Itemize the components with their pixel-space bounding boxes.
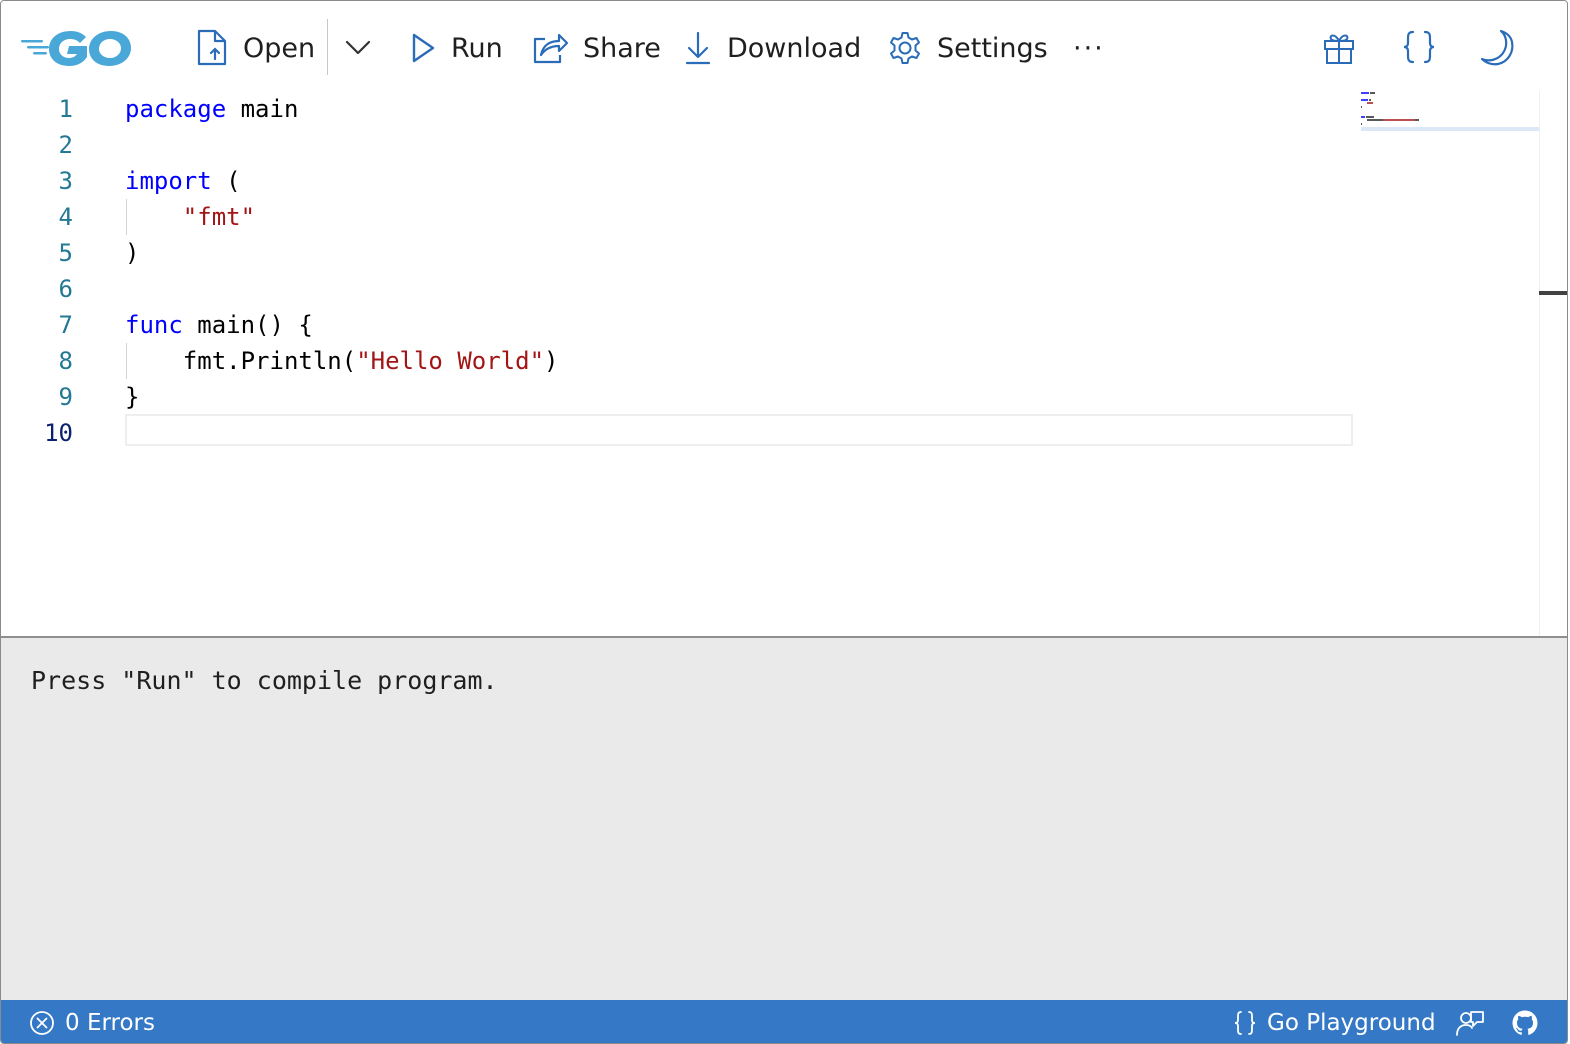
keyword-token: func: [125, 311, 183, 339]
code-text: ): [125, 235, 139, 271]
code-text: func main() {: [125, 307, 313, 343]
open-button[interactable]: Open: [195, 23, 315, 73]
line-number: 5: [58, 239, 73, 267]
code-token: ): [125, 239, 140, 267]
share-icon: [533, 33, 569, 64]
feedback-icon[interactable]: [1455, 1008, 1485, 1038]
minimap-viewport: [1361, 127, 1539, 131]
line-number: 9: [58, 383, 73, 411]
download-label: Download: [727, 32, 862, 64]
code-editor[interactable]: 1 package main 2 3 import (4 "fmt" 5) 6 7 func m…: [1, 91, 1539, 636]
code-line[interactable]: 10: [1, 415, 1353, 451]
run-label: Run: [451, 32, 503, 64]
status-bar: 0 Errors Go Playground: [1, 1000, 1567, 1043]
string-token: "Hello World": [356, 347, 545, 375]
share-label: Share: [583, 32, 661, 64]
open-dropdown-button[interactable]: [343, 23, 373, 73]
line-number: 1: [58, 95, 73, 123]
code-text: import (: [125, 163, 241, 199]
toolbar-divider: [327, 19, 328, 75]
gift-icon[interactable]: [1319, 27, 1359, 67]
download-button[interactable]: Download: [683, 23, 861, 73]
keyword-token: import: [125, 167, 212, 195]
code-line[interactable]: 1 package main: [1, 91, 1353, 127]
code-line[interactable]: 6: [1, 271, 1353, 307]
line-number: 3: [58, 167, 73, 195]
code-token: main() {: [182, 311, 313, 339]
output-message: Press "Run" to compile program.: [31, 666, 498, 695]
brand-label: Go Playground: [1267, 1010, 1436, 1036]
code-line[interactable]: 8 fmt.Println("Hello World"): [1, 343, 1353, 379]
moon-icon[interactable]: [1477, 27, 1517, 67]
download-icon: [685, 31, 711, 65]
code-line[interactable]: 2: [1, 127, 1353, 163]
scrollbar-cursor-marker: [1539, 291, 1567, 295]
line-number: 8: [58, 347, 73, 375]
editor-scrollbar[interactable]: [1539, 91, 1567, 636]
errors-label: 0 Errors: [65, 1010, 155, 1036]
line-number: 7: [58, 311, 73, 339]
line-number: 2: [58, 131, 73, 159]
code-line[interactable]: 5): [1, 235, 1353, 271]
settings-button[interactable]: Settings: [887, 23, 1048, 73]
line-number: 10: [44, 419, 73, 447]
file-open-icon: [197, 29, 227, 66]
code-token: }: [125, 383, 140, 411]
app-window: Open Run Share Download Settings ··· 1 p…: [0, 0, 1568, 1044]
chevron-down-icon: [345, 40, 371, 55]
code-text: package main: [125, 91, 298, 127]
playground-link[interactable]: Go Playground: [1233, 1008, 1436, 1038]
line-number: 4: [58, 203, 73, 231]
play-icon: [412, 33, 435, 63]
braces-icon[interactable]: [1399, 27, 1439, 67]
code-token: ): [544, 347, 559, 375]
keyword-token: package: [125, 95, 227, 123]
code-token: fmt.Println(: [125, 347, 357, 375]
code-line[interactable]: 7 func main() {: [1, 307, 1353, 343]
string-token: "fmt": [182, 203, 256, 231]
code-text: fmt.Println("Hello World"): [125, 343, 559, 379]
line-number: 6: [58, 275, 73, 303]
settings-label: Settings: [937, 32, 1048, 64]
code-line[interactable]: 3 import (: [1, 163, 1353, 199]
share-button[interactable]: Share: [531, 23, 661, 73]
open-label: Open: [243, 32, 316, 64]
run-button[interactable]: Run: [409, 23, 503, 73]
toolbar: Open Run Share Download Settings ···: [1, 1, 1567, 93]
braces-icon: [1234, 1011, 1256, 1035]
code-line[interactable]: 4 "fmt": [1, 199, 1353, 235]
gear-icon: [890, 32, 920, 64]
errors-indicator[interactable]: 0 Errors: [29, 1008, 155, 1038]
go-logo[interactable]: [19, 25, 135, 71]
code-token: main: [226, 95, 299, 123]
output-panel: Press "Run" to compile program.: [1, 636, 1567, 1002]
code-line[interactable]: 9}: [1, 379, 1353, 415]
github-icon[interactable]: [1511, 1008, 1539, 1038]
more-options-button[interactable]: ···: [1073, 23, 1105, 73]
code-text: "fmt": [125, 199, 255, 235]
code-token: (: [211, 167, 241, 195]
error-circle-icon: [30, 1011, 54, 1035]
code-text: }: [125, 379, 139, 415]
more-label: ···: [1073, 32, 1105, 64]
